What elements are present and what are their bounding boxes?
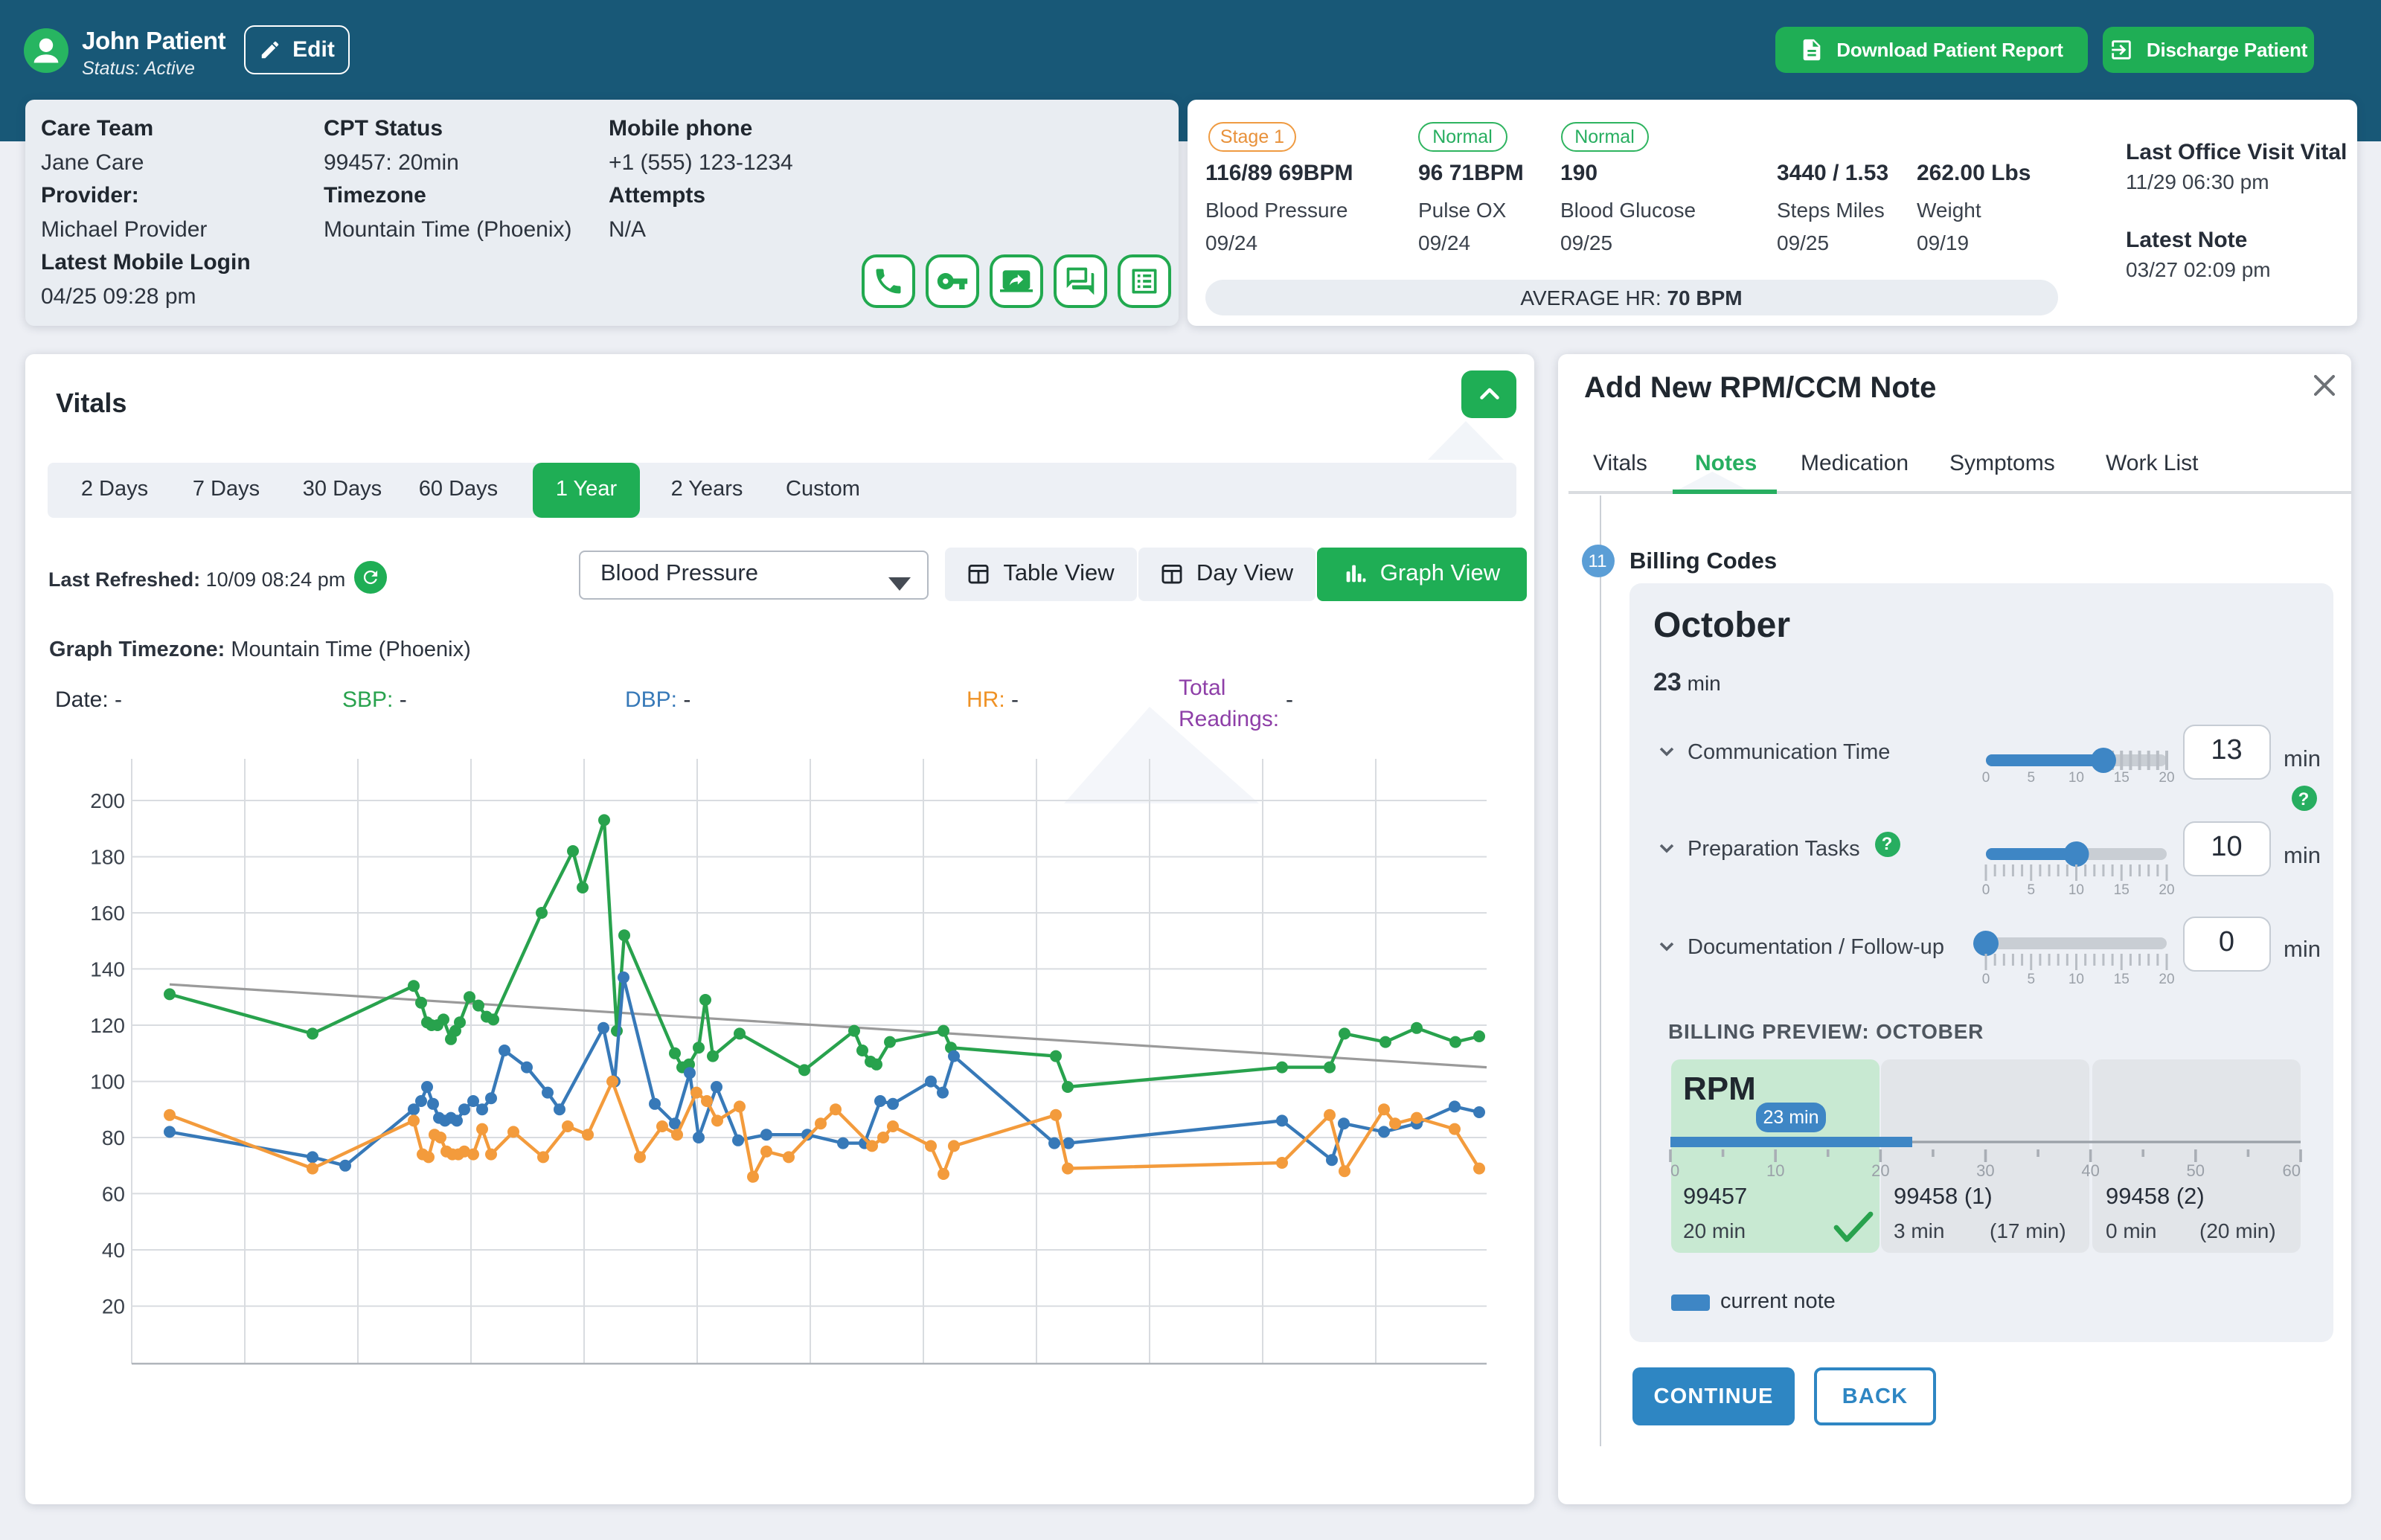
- svg-text:60: 60: [2283, 1161, 2301, 1180]
- svg-text:30: 30: [1976, 1161, 1994, 1180]
- svg-text:50: 50: [2187, 1161, 2205, 1180]
- svg-text:10: 10: [1766, 1161, 1784, 1180]
- svg-text:40: 40: [2081, 1161, 2099, 1180]
- svg-text:20: 20: [1871, 1161, 1889, 1180]
- svg-text:0: 0: [1670, 1161, 1679, 1180]
